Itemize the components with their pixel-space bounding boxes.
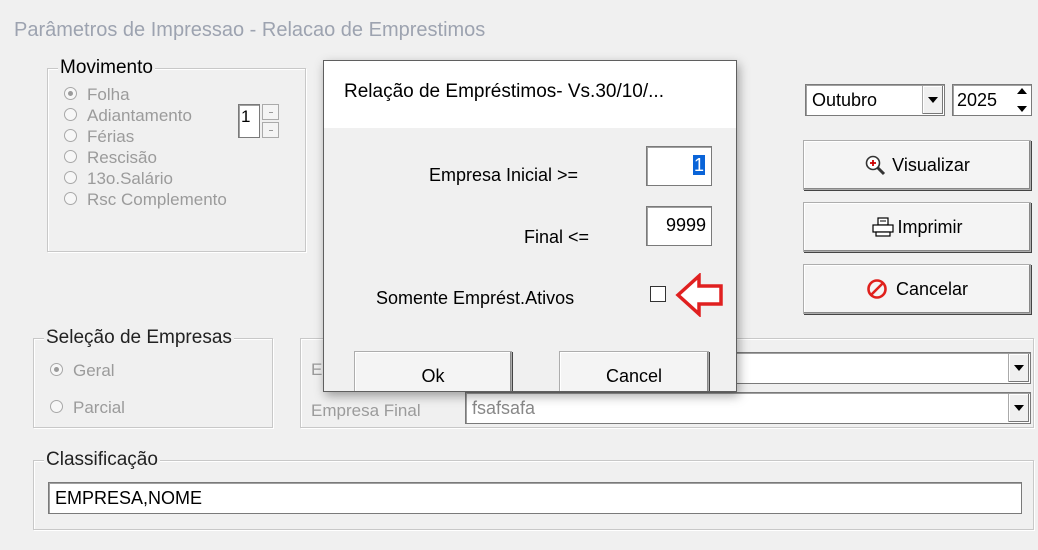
classificacao-input[interactable]: EMPRESA,NOME (48, 482, 1022, 514)
empresa-inicial-dialog-input[interactable]: 1 (646, 146, 712, 186)
empresa-final-combo[interactable]: fsafsafa (465, 392, 1031, 424)
imprimir-button[interactable]: Imprimir (803, 202, 1031, 252)
dialog-title: Relação de Empréstimos- Vs.30/10/... (344, 81, 664, 102)
month-select[interactable]: Outubro (805, 84, 945, 116)
radio-icon (64, 171, 77, 185)
chevron-down-icon[interactable] (1008, 394, 1029, 422)
cancel-button[interactable]: Cancel (559, 351, 709, 391)
radio-rescisao[interactable]: Rescisão (64, 148, 157, 168)
visualizar-button[interactable]: Visualizar (803, 140, 1031, 190)
adiantamento-spin-input[interactable]: 1 (238, 104, 260, 138)
radio-geral[interactable]: Geral (50, 361, 115, 381)
radio-icon (64, 108, 77, 122)
selecao-empresas-group: Seleção de Empresas Geral Parcial (33, 327, 273, 428)
radio-icon (50, 363, 63, 377)
somente-ativos-checkbox[interactable] (650, 286, 666, 302)
spin-up-icon[interactable] (262, 104, 279, 120)
main-window: Parâmetros de Impressao - Relacao de Emp… (0, 0, 1038, 550)
radio-parcial[interactable]: Parcial (50, 398, 125, 418)
radio-icon (64, 192, 77, 206)
radio-rsc-complemento[interactable]: Rsc Complemento (64, 190, 227, 210)
radio-icon (64, 150, 77, 164)
selecao-legend: Seleção de Empresas (44, 327, 234, 349)
emprestimos-dialog: Relação de Empréstimos- Vs.30/10/... Emp… (323, 60, 737, 392)
empresa-inicial-dialog-label: Empresa Inicial >= (429, 165, 579, 185)
cancel-circle-icon (867, 279, 887, 299)
movimento-legend: Movimento (58, 57, 155, 79)
radio-adiantamento[interactable]: Adiantamento (64, 106, 192, 126)
somente-ativos-label: Somente Emprést.Ativos (376, 288, 575, 308)
zoom-in-icon (865, 155, 886, 176)
radio-icon (50, 400, 63, 414)
adiantamento-spin-buttons[interactable] (262, 104, 279, 138)
radio-folha[interactable]: Folha (64, 85, 130, 105)
chevron-down-icon[interactable] (922, 86, 943, 114)
radio-ferias[interactable]: Férias (64, 127, 134, 147)
spin-down-icon[interactable] (262, 122, 279, 138)
radio-icon (64, 129, 77, 143)
year-spin-input[interactable]: 2025 (952, 84, 1032, 116)
movimento-group: Movimento Folha Adiantamento 1 Férias Re… (47, 57, 306, 252)
arrow-left-icon (675, 273, 723, 317)
final-dialog-label: Final <= (524, 227, 590, 247)
classificacao-legend: Classificação (44, 449, 160, 471)
chevron-down-icon[interactable] (1008, 354, 1029, 382)
dialog-body: Empresa Inicial >= 1 Final <= 9999 Somen… (324, 128, 736, 391)
printer-icon (871, 217, 894, 237)
final-dialog-input[interactable]: 9999 (646, 206, 712, 246)
empresa-final-label: Empresa Final (311, 401, 421, 420)
window-title: Parâmetros de Impressao - Relacao de Emp… (14, 19, 486, 41)
radio-icon (64, 87, 77, 101)
radio-13o-salario[interactable]: 13o.Salário (64, 169, 173, 189)
ok-button[interactable]: Ok (354, 351, 512, 391)
year-spin-icon[interactable] (1015, 88, 1029, 112)
cancelar-button[interactable]: Cancelar (803, 264, 1031, 314)
empresa-inicial-label: E (311, 360, 323, 379)
